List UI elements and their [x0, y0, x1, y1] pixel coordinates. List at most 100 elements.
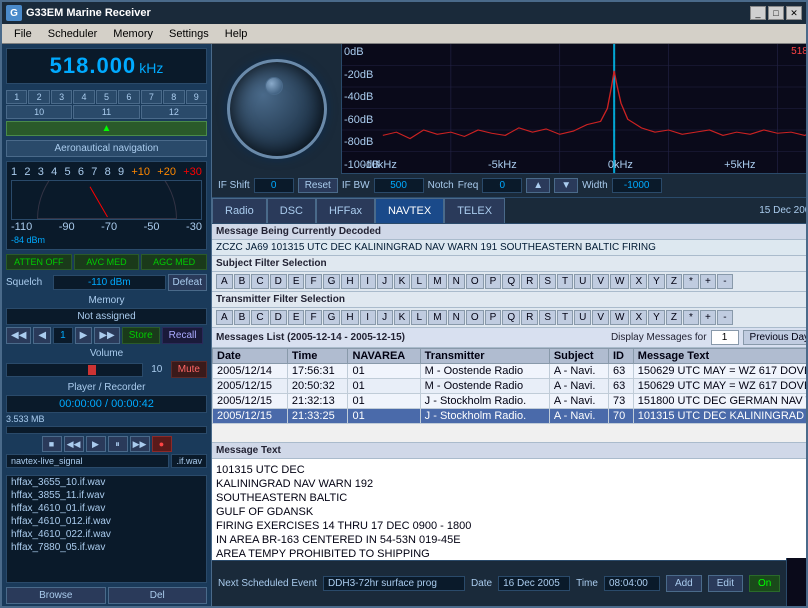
tx-filter-minus[interactable]: -: [717, 310, 733, 325]
tx-filter-M[interactable]: M: [428, 310, 446, 325]
player-pause-button[interactable]: ⏸: [108, 436, 128, 452]
subj-filter-Y[interactable]: Y: [648, 274, 665, 289]
browse-button[interactable]: Browse: [6, 587, 106, 604]
mem-store-button[interactable]: Store: [122, 327, 160, 344]
player-record-button[interactable]: ●: [152, 436, 172, 452]
subj-filter-plus[interactable]: +: [700, 274, 716, 289]
subj-filter-X[interactable]: X: [630, 274, 647, 289]
tx-filter-I[interactable]: I: [360, 310, 376, 325]
mem-forward-button[interactable]: ▶: [75, 327, 93, 344]
subj-filter-I[interactable]: I: [360, 274, 376, 289]
tab-navtex[interactable]: NAVTEX: [375, 198, 444, 223]
display-for-input[interactable]: [711, 330, 739, 345]
minimize-button[interactable]: _: [750, 6, 766, 20]
close-button[interactable]: ✕: [786, 6, 802, 20]
table-row[interactable]: 2005/12/14 17:56:31 01 M - Oostende Radi…: [213, 364, 807, 379]
time-input[interactable]: [604, 576, 660, 591]
subj-filter-D[interactable]: D: [270, 274, 287, 289]
notch-up-button[interactable]: ▲: [526, 178, 550, 193]
if-shift-input[interactable]: [254, 178, 294, 193]
subj-filter-Q[interactable]: Q: [502, 274, 520, 289]
band-btn-7[interactable]: 7: [141, 90, 162, 104]
tx-filter-P[interactable]: P: [485, 310, 502, 325]
tx-filter-Q[interactable]: Q: [502, 310, 520, 325]
agc-button[interactable]: AGC MED: [141, 254, 207, 270]
file-item-2[interactable]: hffax_4610_01.if.wav: [7, 502, 206, 515]
tx-filter-N[interactable]: N: [448, 310, 465, 325]
tx-filter-U[interactable]: U: [574, 310, 591, 325]
subj-filter-K[interactable]: K: [394, 274, 411, 289]
file-item-0[interactable]: hffax_3655_10.if.wav: [7, 476, 206, 489]
subj-filter-O[interactable]: O: [466, 274, 484, 289]
file-item-3[interactable]: hffax_4610_012.if.wav: [7, 515, 206, 528]
atten-button[interactable]: ATTEN OFF: [6, 254, 72, 270]
subj-filter-S[interactable]: S: [539, 274, 556, 289]
band-btn-3[interactable]: 3: [51, 90, 72, 104]
player-prev-button[interactable]: ◀◀: [64, 436, 84, 452]
tx-filter-X[interactable]: X: [630, 310, 647, 325]
menu-help[interactable]: Help: [217, 26, 256, 42]
tx-filter-Y[interactable]: Y: [648, 310, 665, 325]
band-btn-9[interactable]: 9: [186, 90, 207, 104]
subj-filter-L[interactable]: L: [411, 274, 427, 289]
subj-filter-N[interactable]: N: [448, 274, 465, 289]
mem-back-button[interactable]: ◀: [33, 327, 51, 344]
previous-day-button[interactable]: Previous Day: [743, 330, 806, 345]
notch-down-button[interactable]: ▼: [554, 178, 578, 193]
menu-scheduler[interactable]: Scheduler: [40, 26, 106, 42]
band-btn-5[interactable]: 5: [96, 90, 117, 104]
event-input[interactable]: [323, 576, 465, 591]
subj-filter-V[interactable]: V: [592, 274, 609, 289]
tx-filter-V[interactable]: V: [592, 310, 609, 325]
reset-button[interactable]: Reset: [298, 178, 338, 193]
mem-recall-button[interactable]: Recall: [162, 327, 204, 344]
band-btn-12[interactable]: 12: [141, 105, 207, 119]
mem-prev-button[interactable]: ◀◀: [6, 327, 31, 344]
band-btn-2[interactable]: 2: [28, 90, 49, 104]
band-btn-4[interactable]: 4: [73, 90, 94, 104]
subj-filter-G[interactable]: G: [323, 274, 341, 289]
volume-slider[interactable]: [6, 363, 143, 377]
tx-filter-plus[interactable]: +: [700, 310, 716, 325]
subj-filter-F[interactable]: F: [305, 274, 321, 289]
band-btn-10[interactable]: 10: [6, 105, 72, 119]
band-btn-1[interactable]: 1: [6, 90, 27, 104]
mem-next-button[interactable]: ▶▶: [94, 327, 119, 344]
subj-filter-A[interactable]: A: [216, 274, 233, 289]
subj-filter-U[interactable]: U: [574, 274, 591, 289]
player-play-button[interactable]: ▶: [86, 436, 106, 452]
notch-freq-input[interactable]: [482, 178, 522, 193]
subj-filter-B[interactable]: B: [234, 274, 251, 289]
tx-filter-J[interactable]: J: [377, 310, 393, 325]
tab-hffax[interactable]: HFFax: [316, 198, 375, 223]
menu-settings[interactable]: Settings: [161, 26, 217, 42]
edit-button[interactable]: Edit: [708, 575, 743, 592]
tx-filter-R[interactable]: R: [521, 310, 538, 325]
tx-filter-O[interactable]: O: [466, 310, 484, 325]
subj-filter-C[interactable]: C: [251, 274, 268, 289]
add-button[interactable]: Add: [666, 575, 702, 592]
delete-button[interactable]: Del: [108, 587, 208, 604]
if-bw-input[interactable]: [374, 178, 424, 193]
table-row-selected[interactable]: 2005/12/15 21:33:25 01 J - Stockholm Rad…: [213, 409, 807, 424]
tab-telex[interactable]: TELEX: [444, 198, 505, 223]
file-item-5[interactable]: hffax_7880_05.if.wav: [7, 541, 206, 554]
player-next-button[interactable]: ▶▶: [130, 436, 150, 452]
tx-filter-B[interactable]: B: [234, 310, 251, 325]
dial[interactable]: [227, 59, 327, 159]
menu-memory[interactable]: Memory: [105, 26, 161, 42]
tx-filter-G[interactable]: G: [323, 310, 341, 325]
menu-file[interactable]: File: [6, 26, 40, 42]
subj-filter-P[interactable]: P: [485, 274, 502, 289]
subj-filter-J[interactable]: J: [377, 274, 393, 289]
tab-radio[interactable]: Radio: [212, 198, 267, 223]
tx-filter-F[interactable]: F: [305, 310, 321, 325]
tx-filter-K[interactable]: K: [394, 310, 411, 325]
subj-filter-M[interactable]: M: [428, 274, 446, 289]
tx-filter-T[interactable]: T: [557, 310, 573, 325]
notch-width-input[interactable]: [612, 178, 662, 193]
up-button[interactable]: ▲: [6, 121, 207, 136]
band-btn-11[interactable]: 11: [73, 105, 139, 119]
tx-filter-W[interactable]: W: [610, 310, 629, 325]
tx-filter-D[interactable]: D: [270, 310, 287, 325]
